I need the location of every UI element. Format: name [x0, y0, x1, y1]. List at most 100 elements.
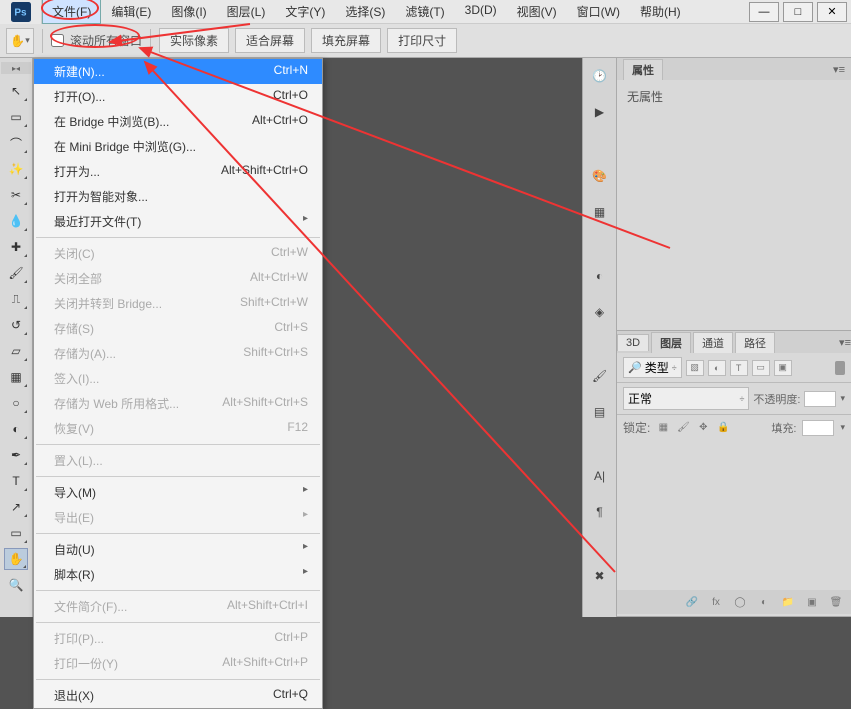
- filter-adjust-icon[interactable]: ◐: [708, 360, 726, 376]
- svg-text:Ps: Ps: [14, 7, 27, 18]
- dodge-tool[interactable]: ◐: [4, 418, 28, 440]
- brush-tool[interactable]: 🖌: [4, 262, 28, 284]
- menu-layer[interactable]: 图层(L): [217, 0, 276, 24]
- file-menu-item-19[interactable]: 导入(M): [34, 480, 322, 505]
- menu-select[interactable]: 选择(S): [335, 0, 395, 24]
- color-icon[interactable]: 🎨: [589, 166, 611, 186]
- eyedropper-tool[interactable]: 💧: [4, 210, 28, 232]
- properties-body: 无属性: [617, 80, 851, 330]
- menu-file[interactable]: 文件(F): [42, 0, 101, 24]
- menu-item-shortcut: Shift+Ctrl+S: [243, 345, 308, 362]
- file-menu-item-5[interactable]: 打开为智能对象...: [34, 184, 322, 209]
- panel-menu-icon[interactable]: ▾≡: [833, 63, 845, 76]
- fill-input[interactable]: [802, 420, 834, 436]
- adjustment-layer-icon[interactable]: ◐: [757, 595, 771, 609]
- move-tool[interactable]: ↖: [4, 80, 28, 102]
- filter-type-icon[interactable]: T: [730, 360, 748, 376]
- magic-wand-tool[interactable]: ✨: [4, 158, 28, 180]
- tool-presets-icon[interactable]: ✖: [589, 566, 611, 586]
- filter-pixel-icon[interactable]: ▧: [686, 360, 704, 376]
- actual-pixels-button[interactable]: 实际像素: [159, 28, 229, 53]
- gradient-tool[interactable]: ▦: [4, 366, 28, 388]
- crop-tool[interactable]: ✂: [4, 184, 28, 206]
- mask-icon[interactable]: ◯: [733, 595, 747, 609]
- new-layer-icon[interactable]: ▣: [805, 595, 819, 609]
- tab-paths[interactable]: 路径: [735, 332, 775, 353]
- zoom-tool[interactable]: 🔍: [4, 574, 28, 596]
- toolbox-grip[interactable]: ▸◂: [1, 62, 31, 74]
- character-icon[interactable]: A|: [589, 466, 611, 486]
- swatches-icon[interactable]: ▦: [589, 202, 611, 222]
- blur-tool[interactable]: ○: [4, 392, 28, 414]
- marquee-tool[interactable]: ▭: [4, 106, 28, 128]
- type-tool[interactable]: T: [4, 470, 28, 492]
- menu-item-label: 退出(X): [54, 687, 94, 704]
- tab-layers[interactable]: 图层: [651, 332, 691, 353]
- file-menu-item-2[interactable]: 在 Bridge 中浏览(B)...Alt+Ctrl+O: [34, 109, 322, 134]
- menu-item-label: 在 Mini Bridge 中浏览(G)...: [54, 138, 196, 155]
- menu-item-shortcut: Alt+Shift+Ctrl+S: [222, 395, 308, 412]
- lasso-tool[interactable]: ⌒: [4, 132, 28, 154]
- layers-menu-icon[interactable]: ▾≡: [839, 336, 851, 349]
- file-menu-item-1[interactable]: 打开(O)...Ctrl+O: [34, 84, 322, 109]
- menu-help[interactable]: 帮助(H): [630, 0, 691, 24]
- tab-3d[interactable]: 3D: [617, 334, 649, 351]
- print-size-button[interactable]: 打印尺寸: [387, 28, 457, 53]
- menu-item-shortcut: Ctrl+W: [271, 245, 308, 262]
- fill-screen-button[interactable]: 填充屏幕: [311, 28, 381, 53]
- path-tool[interactable]: ↗: [4, 496, 28, 518]
- scroll-all-checkbox[interactable]: [51, 34, 64, 47]
- tab-channels[interactable]: 通道: [693, 332, 733, 353]
- eraser-tool[interactable]: ▱: [4, 340, 28, 362]
- menu-window[interactable]: 窗口(W): [567, 0, 630, 24]
- menu-edit[interactable]: 编辑(E): [101, 0, 161, 24]
- file-menu-item-23[interactable]: 脚本(R): [34, 562, 322, 587]
- lock-image-icon[interactable]: 🖌: [676, 421, 690, 435]
- filter-type-select[interactable]: 🔎 类型 ÷: [623, 357, 682, 378]
- paragraph-icon[interactable]: ¶: [589, 502, 611, 522]
- link-layers-icon[interactable]: 🔗: [685, 595, 699, 609]
- hand-tool-preset[interactable]: ✋▾: [6, 28, 34, 54]
- menu-filter[interactable]: 滤镜(T): [395, 0, 454, 24]
- maximize-button[interactable]: □: [783, 2, 813, 22]
- adjustments-icon[interactable]: ◐: [589, 266, 611, 286]
- file-menu-item-3[interactable]: 在 Mini Bridge 中浏览(G)...: [34, 134, 322, 159]
- close-button[interactable]: ✕: [817, 2, 847, 22]
- opacity-input[interactable]: [804, 391, 836, 407]
- history-icon[interactable]: 🕑: [589, 66, 611, 86]
- lock-all-icon[interactable]: 🔒: [716, 421, 730, 435]
- history-brush-tool[interactable]: ↺: [4, 314, 28, 336]
- lock-position-icon[interactable]: ✥: [696, 421, 710, 435]
- shape-tool[interactable]: ▭: [4, 522, 28, 544]
- delete-layer-icon[interactable]: 🗑: [829, 595, 843, 609]
- blend-mode-select[interactable]: 正常÷: [623, 387, 749, 410]
- fit-screen-button[interactable]: 适合屏幕: [235, 28, 305, 53]
- menu-type[interactable]: 文字(Y): [275, 0, 335, 24]
- properties-tab[interactable]: 属性: [623, 59, 663, 80]
- filter-toggle[interactable]: [835, 361, 845, 375]
- menu-image[interactable]: 图像(I): [161, 0, 216, 24]
- actions-icon[interactable]: ▶: [589, 102, 611, 122]
- pen-tool[interactable]: ✒: [4, 444, 28, 466]
- panel-strip: 🕑 ▶ 🎨 ▦ ◐ ◈ 🖌 ▤ A| ¶ ✖: [582, 58, 616, 617]
- minimize-button[interactable]: —: [749, 2, 779, 22]
- filter-shape-icon[interactable]: ▭: [752, 360, 770, 376]
- healing-tool[interactable]: ✚: [4, 236, 28, 258]
- menu-item-shortcut: Ctrl+O: [273, 88, 308, 105]
- group-icon[interactable]: 📁: [781, 595, 795, 609]
- filter-smart-icon[interactable]: ▣: [774, 360, 792, 376]
- menu-3d[interactable]: 3D(D): [455, 0, 507, 24]
- file-menu-item-30[interactable]: 退出(X)Ctrl+Q: [34, 683, 322, 708]
- menu-view[interactable]: 视图(V): [507, 0, 567, 24]
- lock-transparent-icon[interactable]: ▦: [656, 421, 670, 435]
- file-menu-item-22[interactable]: 自动(U): [34, 537, 322, 562]
- brush-presets-icon[interactable]: ▤: [589, 402, 611, 422]
- fx-icon[interactable]: fx: [709, 595, 723, 609]
- styles-icon[interactable]: ◈: [589, 302, 611, 322]
- stamp-tool[interactable]: ⎍: [4, 288, 28, 310]
- file-menu-item-4[interactable]: 打开为...Alt+Shift+Ctrl+O: [34, 159, 322, 184]
- file-menu-item-6[interactable]: 最近打开文件(T): [34, 209, 322, 234]
- brushes-icon[interactable]: 🖌: [589, 366, 611, 386]
- hand-tool[interactable]: ✋: [4, 548, 28, 570]
- file-menu-item-0[interactable]: 新建(N)...Ctrl+N: [34, 59, 322, 84]
